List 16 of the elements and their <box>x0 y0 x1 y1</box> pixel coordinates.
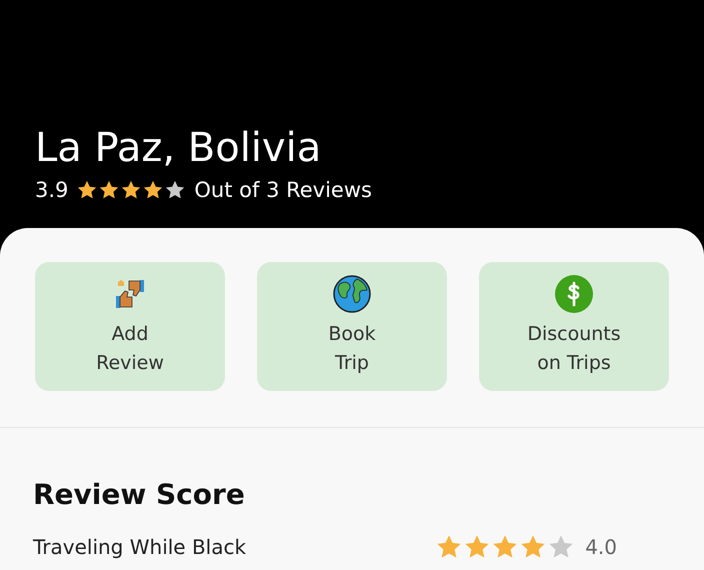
rating-value: 3.9 <box>35 178 68 202</box>
review-count: Out of 3 Reviews <box>194 178 372 202</box>
dollar-icon <box>554 274 594 314</box>
action-card[interactable]: Add Review <box>35 262 225 391</box>
section-title: Review Score <box>33 478 245 511</box>
category-label: Traveling While Black <box>33 535 248 559</box>
star-icon <box>164 179 186 201</box>
globe-icon <box>332 274 372 314</box>
star-icon <box>76 179 98 201</box>
city-title: La Paz, Bolivia <box>35 124 322 173</box>
action-card[interactable]: Book Trip <box>257 262 447 391</box>
star-icon <box>98 179 120 201</box>
star-icon <box>142 179 164 201</box>
action-card[interactable]: Discounts on Trips <box>479 262 669 391</box>
score-value: 4.0 <box>585 535 617 559</box>
star-icon <box>120 179 142 201</box>
